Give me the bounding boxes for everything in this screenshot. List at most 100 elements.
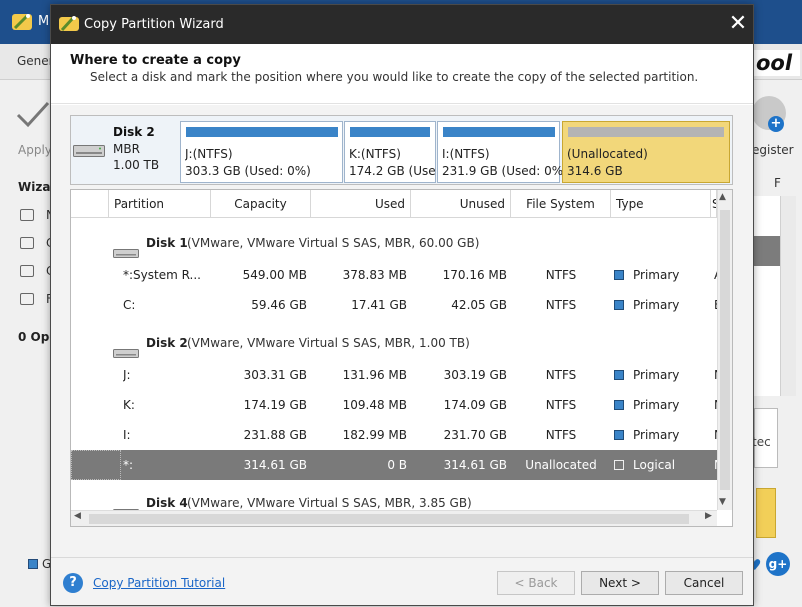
column-header-unused[interactable]: Unused: [411, 190, 511, 218]
cell-unused: 170.16 MB: [442, 268, 507, 282]
cell-capacity: 549.00 MB: [242, 268, 307, 282]
horizontal-scroll-thumb[interactable]: [89, 514, 689, 524]
bg-register-label[interactable]: egister: [752, 143, 794, 157]
cell-type: Primary: [614, 290, 711, 320]
cell-type: Primary: [614, 360, 711, 390]
help-icon[interactable]: ?: [63, 573, 83, 593]
cell-used: 109.48 MB: [342, 398, 407, 412]
bg-app-icon: [10, 10, 34, 34]
table-row[interactable]: I: 231.88 GB 182.99 MB 231.70 GB NTFS Pr…: [71, 420, 717, 450]
logical-type-icon: [614, 460, 624, 470]
cancel-button[interactable]: Cancel: [665, 571, 743, 595]
bg-unallocated-box: [756, 488, 776, 538]
cell-unused: 303.19 GB: [443, 368, 507, 382]
google-plus-icon[interactable]: g+: [766, 552, 790, 576]
primary-type-icon: [614, 400, 624, 410]
table-row[interactable]: J: 303.31 GB 131.96 MB 303.19 GB NTFS Pr…: [71, 360, 717, 390]
partition-block-j[interactable]: J:(NTFS) 303.3 GB (Used: 0%): [180, 121, 343, 183]
cell-partition: *:System R...: [123, 268, 201, 282]
cell-file-system: NTFS: [545, 368, 577, 382]
cell-used: 182.99 MB: [342, 428, 407, 442]
cell-used: 17.41 GB: [351, 298, 407, 312]
disk-type: MBR: [113, 142, 140, 156]
table-row[interactable]: K: 174.19 GB 109.48 MB 174.09 GB NTFS Pr…: [71, 390, 717, 420]
bg-side-icon: [20, 237, 34, 249]
column-header-capacity[interactable]: Capacity: [211, 190, 311, 218]
cell-used: 0 B: [387, 458, 407, 472]
cell-type-label: Logical: [633, 458, 676, 472]
cell-capacity: 174.19 GB: [243, 398, 307, 412]
register-plus-icon: +: [768, 116, 784, 132]
bg-scrollbar[interactable]: [780, 196, 796, 396]
bg-column-header: F: [774, 176, 781, 190]
partition-block-unallocated[interactable]: (Unallocated) 314.6 GB: [562, 121, 730, 183]
column-header-used[interactable]: Used: [311, 190, 411, 218]
table-row[interactable]: *:System R... 549.00 MB 378.83 MB 170.16…: [71, 260, 717, 290]
partition-usage-bar: [568, 127, 724, 137]
partition-size: 314.6 GB: [567, 164, 623, 178]
cell-capacity: 303.31 GB: [243, 368, 307, 382]
cell-file-system: NTFS: [545, 428, 577, 442]
partition-label: K:(NTFS): [349, 147, 401, 161]
column-header-blank: [71, 190, 109, 218]
table-row[interactable]: C: 59.46 GB 17.41 GB 42.05 GB NTFS Prima…: [71, 290, 717, 320]
back-button[interactable]: < Back: [497, 571, 575, 595]
cell-type-label: Primary: [633, 398, 680, 412]
cell-type: Logical: [614, 450, 711, 480]
partition-block-k[interactable]: K:(NTFS) 174.2 GB (Used: 0%): [344, 121, 436, 183]
cell-type-label: Primary: [633, 298, 680, 312]
disk-size: 1.00 TB: [113, 158, 160, 172]
bg-right-panel: [752, 196, 780, 396]
scroll-up-icon[interactable]: ▲: [719, 192, 726, 202]
cell-partition: K:: [123, 398, 135, 412]
partition-label: J:(NTFS): [185, 147, 233, 161]
cell-file-system: Unallocated: [525, 458, 597, 472]
vertical-scroll-thumb[interactable]: [720, 210, 730, 490]
primary-type-icon: [614, 370, 624, 380]
partition-label: I:(NTFS): [442, 147, 490, 161]
tutorial-link[interactable]: Copy Partition Tutorial: [93, 576, 225, 590]
header-title: Where to create a copy: [70, 53, 241, 68]
bg-logo: ool: [752, 50, 800, 76]
column-header-file-system[interactable]: File System: [511, 190, 611, 218]
partition-block-i[interactable]: I:(NTFS) 231.9 GB (Used: 0%): [437, 121, 568, 183]
disk-group-row[interactable]: Disk 2 (VMware, VMware Virtual S SAS, MB…: [71, 328, 717, 358]
partition-size: 231.9 GB (Used: 0%): [442, 164, 568, 178]
scroll-left-icon[interactable]: ◀: [74, 511, 81, 521]
apply-check-icon[interactable]: [16, 100, 50, 133]
row-focus-marker: [71, 450, 121, 480]
close-icon[interactable]: ✕: [725, 11, 751, 37]
hard-disk-icon: [73, 145, 105, 160]
cell-unused: 174.09 GB: [443, 398, 507, 412]
table-row-selected[interactable]: *: 314.61 GB 0 B 314.61 GB Unallocated L…: [71, 450, 717, 480]
bg-side-icon: [20, 265, 34, 277]
scroll-right-icon[interactable]: ▶: [705, 511, 712, 521]
header-subtitle: Select a disk and mark the position wher…: [90, 70, 699, 84]
bg-apply-label[interactable]: Apply: [18, 143, 52, 157]
bg-legend-icon: [28, 559, 38, 569]
bg-side-icon: [20, 209, 34, 221]
bg-menu-general[interactable]: Gener: [17, 54, 54, 68]
disk-group-desc: (VMware, VMware Virtual S SAS, MBR, 1.00…: [187, 336, 470, 350]
scroll-down-icon[interactable]: ▼: [719, 497, 726, 507]
next-button[interactable]: Next >: [581, 571, 659, 595]
disk-group-desc: (VMware, VMware Virtual S SAS, MBR, 60.0…: [187, 236, 480, 250]
disk-name: Disk 2: [113, 125, 155, 139]
column-header-partition[interactable]: Partition: [109, 190, 211, 218]
bg-side-icon: [20, 293, 34, 305]
cell-type-label: Primary: [633, 368, 680, 382]
partition-label: (Unallocated): [567, 147, 648, 161]
cell-type: Primary: [614, 390, 711, 420]
cell-capacity: 59.46 GB: [251, 298, 307, 312]
disk-group-row[interactable]: Disk 1 (VMware, VMware Virtual S SAS, MB…: [71, 228, 717, 258]
cell-partition: I:: [123, 428, 131, 442]
cell-file-system: NTFS: [545, 268, 577, 282]
cell-type: Primary: [614, 420, 711, 450]
partition-usage-bar: [186, 127, 338, 137]
cell-capacity: 314.61 GB: [243, 458, 307, 472]
dialog-title: Copy Partition Wizard: [84, 17, 224, 32]
column-header-type[interactable]: Type: [611, 190, 711, 218]
cell-partition: C:: [123, 298, 136, 312]
cell-type-label: Primary: [633, 428, 680, 442]
cell-type-label: Primary: [633, 268, 680, 282]
